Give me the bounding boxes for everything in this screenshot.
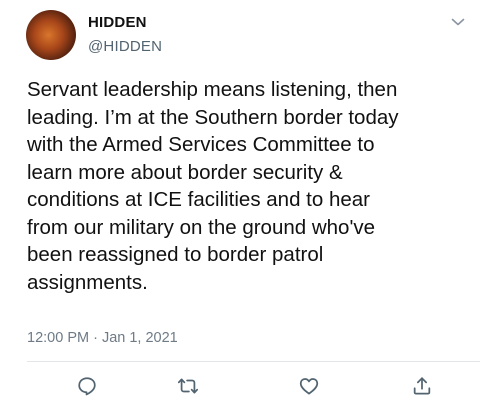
avatar[interactable]	[26, 10, 76, 60]
divider	[27, 361, 480, 362]
tweet-text: Servant leadership means listening, then…	[27, 76, 467, 296]
author-handle[interactable]: @HIDDEN	[88, 38, 162, 55]
tweet-timestamp[interactable]: 12:00 PM · Jan 1, 2021	[27, 330, 178, 346]
reply-icon[interactable]	[76, 375, 98, 397]
tweet-card: HIDDEN @HIDDEN Servant leadership means …	[0, 0, 480, 412]
tweet-text-line: learn more about border security &	[27, 160, 343, 184]
retweet-icon[interactable]	[177, 375, 199, 397]
share-icon[interactable]	[411, 375, 433, 397]
author-display-name[interactable]: HIDDEN	[88, 14, 147, 31]
tweet-text-line: with the Armed Services Committee to	[27, 133, 375, 156]
tweet-text-line: from our military on the ground who've	[27, 215, 376, 239]
tweet-text-line: been reassigned to border patrol	[27, 243, 324, 266]
tweet-text-line: assignments.	[27, 270, 148, 294]
chevron-down-icon[interactable]	[449, 13, 467, 31]
tweet-text-line: leading. I’m at the Southern border toda…	[27, 105, 399, 129]
like-icon[interactable]	[298, 375, 320, 397]
tweet-text-line: Servant leadership means listening, then	[27, 78, 398, 101]
tweet-text-line: conditions at ICE facilities and to hear	[27, 188, 370, 211]
